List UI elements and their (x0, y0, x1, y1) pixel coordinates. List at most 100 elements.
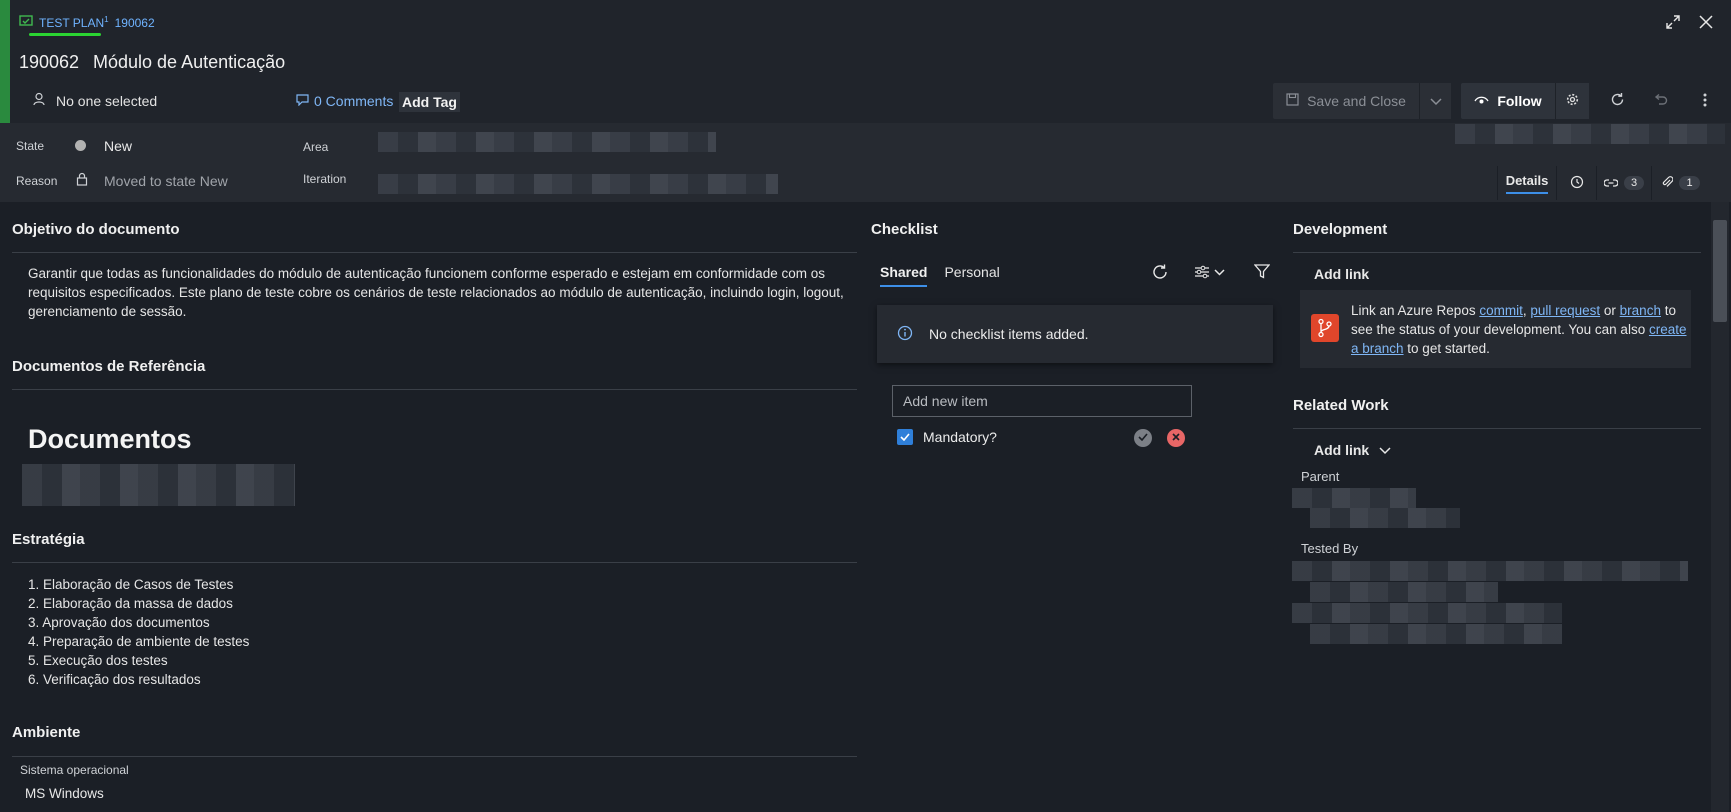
checklist-filter-button[interactable] (1247, 258, 1277, 288)
area-label: Area (303, 140, 329, 154)
header-meta-redacted (1455, 124, 1725, 144)
remove-item-button[interactable] (1167, 429, 1185, 447)
add-tag-button[interactable]: Add Tag (399, 92, 460, 112)
docs-content-redacted[interactable] (22, 464, 295, 506)
related-add-link-button[interactable]: Add link (1314, 442, 1391, 458)
add-checklist-item-input[interactable] (892, 385, 1192, 417)
tested-by-item-redacted[interactable] (1292, 561, 1688, 581)
checklist-heading: Checklist (871, 221, 938, 238)
assigned-to-picker[interactable]: No one selected (32, 92, 157, 109)
parent-item-redacted[interactable] (1310, 508, 1460, 528)
link-icon (1603, 176, 1619, 191)
type-color-bar (0, 0, 10, 123)
checklist-options-button[interactable] (1185, 258, 1235, 288)
filter-icon (1253, 264, 1271, 282)
history-icon (1570, 175, 1584, 192)
checkbox[interactable] (897, 429, 913, 445)
test-plan-icon (19, 15, 33, 30)
list-item: 1. Elaboração de Casos de Testes (28, 577, 234, 592)
tested-by-item-redacted[interactable] (1310, 582, 1498, 602)
estrategia-list[interactable]: 1. Elaboração de Casos de Testes 2. Elab… (28, 575, 249, 689)
commit-link[interactable]: commit (1479, 303, 1523, 318)
pull-request-link[interactable]: pull request (1530, 303, 1600, 318)
save-icon (1286, 93, 1299, 109)
tested-by-item-redacted[interactable] (1292, 603, 1562, 623)
work-item-id: 190062 (19, 52, 80, 72)
more-actions-button[interactable] (1690, 86, 1720, 116)
estrategia-heading: Estratégia (12, 531, 85, 548)
undo-button[interactable] (1645, 86, 1675, 116)
refresh-button[interactable] (1602, 86, 1632, 116)
mandatory-label: Mandatory? (923, 429, 997, 445)
lock-icon (76, 172, 88, 189)
comments-link[interactable]: 0 Comments (296, 93, 393, 109)
tested-by-item-redacted[interactable] (1310, 624, 1562, 644)
dev-text-part: Link an Azure Repos (1351, 303, 1480, 318)
save-options-dropdown[interactable] (1419, 83, 1451, 119)
dev-text-part: to get started. (1403, 341, 1490, 356)
close-icon (1699, 14, 1713, 32)
tab-details[interactable]: Details (1497, 166, 1556, 200)
sliders-icon (1194, 265, 1226, 282)
gear-icon (1566, 93, 1579, 109)
form-tabs: Details 3 1 (1497, 166, 1709, 200)
work-item-id-link[interactable]: 190062 (115, 16, 155, 30)
tested-by-label: Tested By (1301, 541, 1359, 556)
so-label: Sistema operacional (20, 763, 129, 777)
iteration-value-redacted[interactable] (378, 174, 778, 194)
divider (12, 252, 857, 253)
checklist-refresh-button[interactable] (1145, 258, 1175, 288)
objetivo-heading: Objetivo do documento (12, 221, 180, 238)
tab-attachments[interactable]: 1 (1651, 166, 1709, 200)
state-dot (75, 140, 86, 151)
area-value-redacted[interactable] (378, 132, 716, 152)
tab-shared[interactable]: Shared (880, 264, 928, 287)
tab-details-label: Details (1505, 173, 1549, 194)
attachments-count: 1 (1679, 176, 1700, 190)
state-value[interactable]: New (104, 138, 132, 154)
refresh-icon (1151, 263, 1169, 284)
person-icon (32, 92, 46, 109)
save-and-close-label: Save and Close (1307, 93, 1406, 109)
empty-message-text: No checklist items added. (929, 326, 1089, 342)
work-item-type[interactable]: TEST PLAN1 190062 (19, 15, 155, 36)
related-add-link-label: Add link (1314, 442, 1370, 458)
chevron-down-icon (1429, 93, 1442, 109)
more-vertical-icon (1703, 93, 1707, 110)
scrollbar-thumb[interactable] (1713, 220, 1727, 322)
parent-item-redacted[interactable] (1292, 488, 1416, 508)
list-item: 6. Verificação dos resultados (28, 672, 201, 687)
comments-count: 0 Comments (314, 93, 394, 109)
tab-personal[interactable]: Personal (944, 264, 999, 287)
related-work-heading: Related Work (1293, 397, 1389, 414)
so-value[interactable]: MS Windows (25, 786, 104, 801)
list-item: 4. Preparação de ambiente de testes (28, 634, 250, 649)
follow-settings-button[interactable] (1555, 83, 1589, 119)
save-and-close-button[interactable]: Save and Close (1273, 83, 1419, 119)
follow-label: Follow (1497, 93, 1542, 109)
divider (12, 389, 857, 390)
undo-icon (1653, 93, 1668, 110)
divider (1293, 252, 1701, 253)
tab-links[interactable]: 3 (1596, 166, 1651, 200)
list-item: 2. Elaboração da massa de dados (28, 596, 233, 611)
type-superscript: 1 (104, 15, 109, 24)
follow-button[interactable]: Follow (1461, 83, 1555, 119)
ambiente-heading: Ambiente (12, 724, 81, 741)
docs-big-heading: Documentos (28, 424, 192, 454)
maximize-button[interactable] (1658, 8, 1688, 38)
dev-add-link-button[interactable]: Add link (1314, 266, 1369, 282)
complete-item-button[interactable] (1134, 429, 1152, 447)
objetivo-text[interactable]: Garantir que todas as funcionalidades do… (28, 264, 848, 321)
mandatory-checkbox-row[interactable]: Mandatory? (897, 429, 997, 445)
tab-history[interactable] (1556, 166, 1596, 200)
branch-link[interactable]: branch (1620, 303, 1661, 318)
assigned-to-label: No one selected (56, 92, 158, 109)
divider (12, 562, 857, 563)
divider (12, 756, 857, 757)
parent-label: Parent (1301, 469, 1340, 484)
chevron-down-icon (1379, 442, 1391, 458)
close-button[interactable] (1691, 8, 1721, 38)
work-item-title[interactable]: Módulo de Autenticação (93, 52, 285, 73)
list-item: 3. Aprovação dos documentos (28, 615, 210, 630)
